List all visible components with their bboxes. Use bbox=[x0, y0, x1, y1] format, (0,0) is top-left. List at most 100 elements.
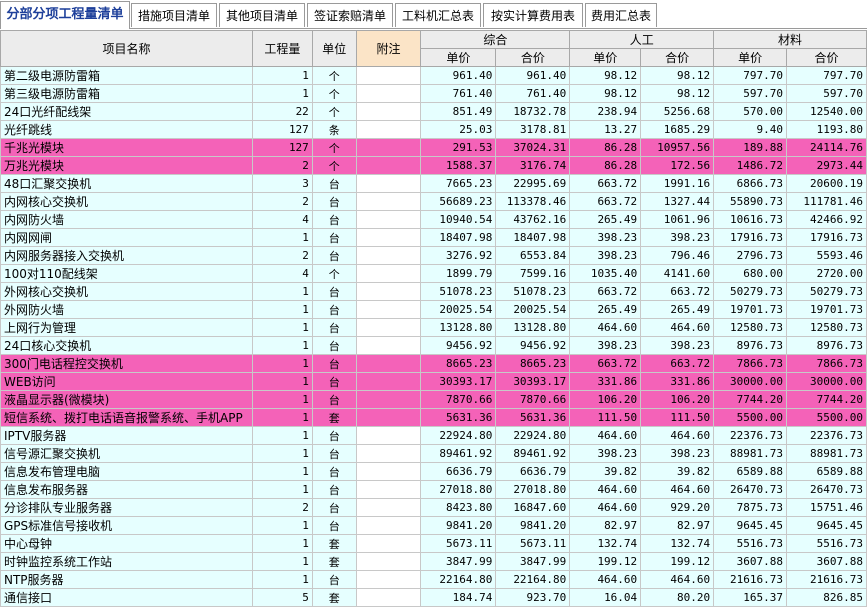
cell-material-unit-price[interactable]: 21616.73 bbox=[713, 570, 788, 589]
cell-qty[interactable]: 1 bbox=[251, 534, 313, 553]
table-row[interactable]: 外网核心交换机 1 台 51078.23 51078.23 663.72 663.72 502… bbox=[0, 282, 867, 301]
cell-note[interactable] bbox=[355, 480, 422, 499]
cell-material-price[interactable]: 9645.45 bbox=[786, 516, 867, 535]
cell-material-unit-price[interactable]: 17916.73 bbox=[713, 228, 788, 247]
col-header-labor-unit-price[interactable]: 单价 bbox=[569, 48, 642, 67]
cell-labor-unit-price[interactable]: 663.72 bbox=[569, 354, 642, 373]
cell-material-unit-price[interactable]: 7866.73 bbox=[713, 354, 788, 373]
cell-total-price[interactable]: 961.40 bbox=[495, 66, 571, 85]
cell-material-price[interactable]: 26470.73 bbox=[786, 480, 867, 499]
cell-name[interactable]: 信号源汇聚交换机 bbox=[0, 444, 253, 463]
cell-total-unit-price[interactable]: 20025.54 bbox=[420, 300, 497, 319]
cell-unit[interactable]: 台 bbox=[311, 498, 357, 517]
table-row[interactable]: 中心母钟 1 套 5673.11 5673.11 132.74 132.74 5516.73 5… bbox=[0, 534, 867, 553]
cell-total-unit-price[interactable]: 27018.80 bbox=[420, 480, 497, 499]
cell-labor-price[interactable]: 10957.56 bbox=[640, 138, 715, 157]
cell-total-price[interactable]: 6636.79 bbox=[495, 462, 571, 481]
cell-qty[interactable]: 5 bbox=[251, 588, 313, 607]
cell-material-unit-price[interactable]: 7744.20 bbox=[713, 390, 788, 409]
cell-labor-price[interactable]: 82.97 bbox=[640, 516, 715, 535]
cell-total-price[interactable]: 9456.92 bbox=[495, 336, 571, 355]
cell-labor-price[interactable]: 464.60 bbox=[640, 426, 715, 445]
cell-labor-price[interactable]: 464.60 bbox=[640, 318, 715, 337]
cell-labor-unit-price[interactable]: 464.60 bbox=[569, 570, 642, 589]
cell-total-unit-price[interactable]: 8665.23 bbox=[420, 354, 497, 373]
cell-note[interactable] bbox=[355, 174, 422, 193]
cell-total-price[interactable]: 22924.80 bbox=[495, 426, 571, 445]
cell-note[interactable] bbox=[355, 516, 422, 535]
cell-total-unit-price[interactable]: 3276.92 bbox=[420, 246, 497, 265]
table-row[interactable]: 第二级电源防雷箱 1 个 961.40 961.40 98.12 98.12 797.70 79… bbox=[0, 66, 867, 85]
cell-total-unit-price[interactable]: 9841.20 bbox=[420, 516, 497, 535]
cell-labor-price[interactable]: 98.12 bbox=[640, 84, 715, 103]
cell-total-price[interactable]: 20025.54 bbox=[495, 300, 571, 319]
cell-material-unit-price[interactable]: 570.00 bbox=[713, 102, 788, 121]
cell-material-unit-price[interactable]: 6866.73 bbox=[713, 174, 788, 193]
table-row[interactable]: 万兆光模块 2 个 1588.37 3176.74 86.28 172.56 1486.72 2… bbox=[0, 156, 867, 175]
cell-labor-price[interactable]: 172.56 bbox=[640, 156, 715, 175]
cell-unit[interactable]: 台 bbox=[311, 570, 357, 589]
table-row[interactable]: 内网核心交换机 2 台 56689.23 113378.46 663.72 1327.44 5… bbox=[0, 192, 867, 211]
cell-unit[interactable]: 个 bbox=[311, 138, 357, 157]
cell-qty[interactable]: 1 bbox=[251, 408, 313, 427]
cell-unit[interactable]: 台 bbox=[311, 318, 357, 337]
cell-note[interactable] bbox=[355, 66, 422, 85]
cell-unit[interactable]: 台 bbox=[311, 372, 357, 391]
cell-total-unit-price[interactable]: 22164.80 bbox=[420, 570, 497, 589]
cell-qty[interactable]: 1 bbox=[251, 462, 313, 481]
cell-qty[interactable]: 1 bbox=[251, 300, 313, 319]
table-row[interactable]: 分诊排队专业服务器 2 台 8423.80 16847.60 464.60 929.20 78… bbox=[0, 498, 867, 517]
table-row[interactable]: 48口汇聚交换机 3 台 7665.23 22995.69 663.72 1991.16 68… bbox=[0, 174, 867, 193]
cell-material-price[interactable]: 19701.73 bbox=[786, 300, 867, 319]
cell-material-price[interactable]: 1193.80 bbox=[786, 120, 867, 139]
cell-labor-unit-price[interactable]: 265.49 bbox=[569, 210, 642, 229]
cell-labor-price[interactable]: 929.20 bbox=[640, 498, 715, 517]
cell-total-unit-price[interactable]: 184.74 bbox=[420, 588, 497, 607]
cell-note[interactable] bbox=[355, 192, 422, 211]
cell-total-unit-price[interactable]: 8423.80 bbox=[420, 498, 497, 517]
cell-note[interactable] bbox=[355, 390, 422, 409]
cell-total-unit-price[interactable]: 7665.23 bbox=[420, 174, 497, 193]
cell-material-price[interactable]: 826.85 bbox=[786, 588, 867, 607]
cell-material-price[interactable]: 24114.76 bbox=[786, 138, 867, 157]
cell-total-price[interactable]: 761.40 bbox=[495, 84, 571, 103]
cell-labor-price[interactable]: 398.23 bbox=[640, 228, 715, 247]
cell-material-unit-price[interactable]: 26470.73 bbox=[713, 480, 788, 499]
cell-material-price[interactable]: 20600.19 bbox=[786, 174, 867, 193]
cell-name[interactable]: 内网服务器接入交换机 bbox=[0, 246, 253, 265]
cell-qty[interactable]: 1 bbox=[251, 84, 313, 103]
cell-unit[interactable]: 台 bbox=[311, 228, 357, 247]
cell-material-unit-price[interactable]: 55890.73 bbox=[713, 192, 788, 211]
cell-labor-unit-price[interactable]: 398.23 bbox=[569, 246, 642, 265]
cell-total-price[interactable]: 18732.78 bbox=[495, 102, 571, 121]
cell-material-price[interactable]: 30000.00 bbox=[786, 372, 867, 391]
table-row[interactable]: GPS标准信号接收机 1 台 9841.20 9841.20 82.97 82.97 9645… bbox=[0, 516, 867, 535]
cell-material-price[interactable]: 8976.73 bbox=[786, 336, 867, 355]
cell-material-price[interactable]: 21616.73 bbox=[786, 570, 867, 589]
cell-total-unit-price[interactable]: 5631.36 bbox=[420, 408, 497, 427]
cell-note[interactable] bbox=[355, 282, 422, 301]
cell-note[interactable] bbox=[355, 102, 422, 121]
table-row[interactable]: 千兆光模块 127 个 291.53 37024.31 86.28 10957.56 189.… bbox=[0, 138, 867, 157]
cell-qty[interactable]: 1 bbox=[251, 228, 313, 247]
cell-name[interactable]: 中心母钟 bbox=[0, 534, 253, 553]
cell-material-unit-price[interactable]: 5500.00 bbox=[713, 408, 788, 427]
cell-total-unit-price[interactable]: 851.49 bbox=[420, 102, 497, 121]
cell-total-price[interactable]: 7870.66 bbox=[495, 390, 571, 409]
cell-labor-unit-price[interactable]: 82.97 bbox=[569, 516, 642, 535]
cell-total-price[interactable]: 7599.16 bbox=[495, 264, 571, 283]
cell-total-unit-price[interactable]: 6636.79 bbox=[420, 462, 497, 481]
cell-note[interactable] bbox=[355, 426, 422, 445]
cell-total-price[interactable]: 22995.69 bbox=[495, 174, 571, 193]
cell-material-unit-price[interactable]: 3607.88 bbox=[713, 552, 788, 571]
cell-labor-price[interactable]: 1685.29 bbox=[640, 120, 715, 139]
cell-material-unit-price[interactable]: 189.88 bbox=[713, 138, 788, 157]
cell-material-price[interactable]: 2973.44 bbox=[786, 156, 867, 175]
cell-unit[interactable]: 台 bbox=[311, 282, 357, 301]
cell-name[interactable]: 短信系统、拨打电话语音报警系统、手机APP bbox=[0, 408, 253, 427]
cell-labor-price[interactable]: 663.72 bbox=[640, 282, 715, 301]
table-row[interactable]: 信息发布管理电脑 1 台 6636.79 6636.79 39.82 39.82 6589.8… bbox=[0, 462, 867, 481]
cell-qty[interactable]: 1 bbox=[251, 444, 313, 463]
cell-unit[interactable]: 台 bbox=[311, 192, 357, 211]
cell-total-price[interactable]: 13128.80 bbox=[495, 318, 571, 337]
